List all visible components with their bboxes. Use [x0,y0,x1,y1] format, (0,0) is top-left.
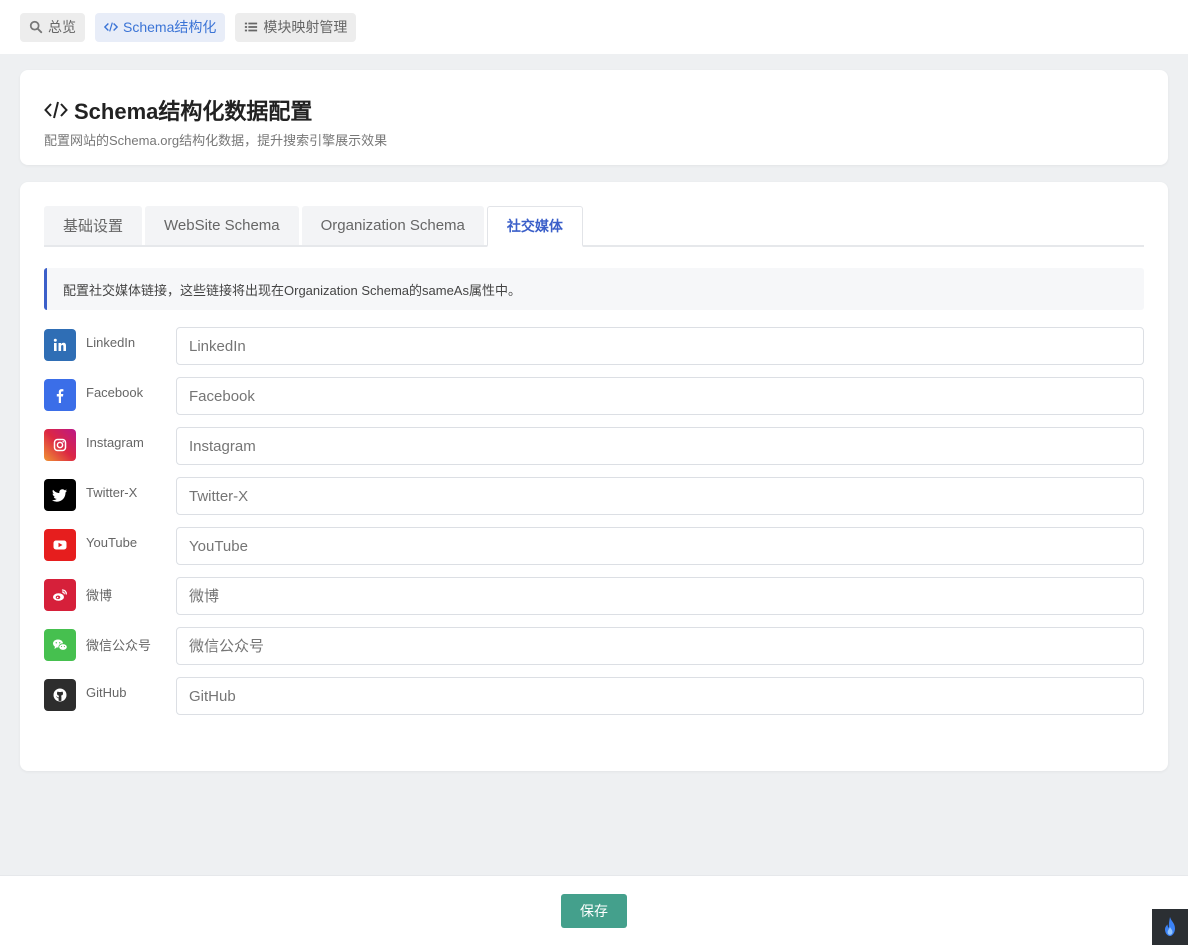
social-label: Instagram [86,435,144,450]
social-row-github: GitHub [44,677,1144,727]
page-subtitle: 配置网站的Schema.org结构化数据，提升搜索引擎展示效果 [44,133,388,148]
tab-organization-schema[interactable]: Organization Schema [301,206,484,245]
social-row-instagram: Instagram [44,427,1144,477]
wechat-url-input[interactable] [176,627,1144,665]
social-row-weibo: 微博 [44,577,1144,627]
nav-overview-label: 总览 [48,19,76,35]
youtube-icon [44,529,76,561]
social-label: Facebook [86,385,144,400]
social-label: Twitter-X [86,485,138,500]
wechat-icon [44,629,76,661]
code-icon [44,101,68,119]
youtube-url-input[interactable] [176,527,1144,565]
facebook-icon [44,379,76,411]
social-label: GitHub [86,685,127,700]
weibo-icon [44,579,76,611]
linkedin-icon [44,329,76,361]
top-nav: 总览 Schema结构化 模块映射管理 [0,0,1188,54]
social-row-wechat: 微信公众号 [44,627,1144,677]
github-icon [44,679,76,711]
page-title-text: Schema结构化数据配置 [74,99,313,124]
nav-overview[interactable]: 总览 [20,12,85,42]
instagram-icon [44,429,76,461]
linkedin-url-input[interactable] [176,327,1144,365]
page-title: Schema结构化数据配置 [44,94,1144,126]
facebook-url-input[interactable] [176,377,1144,415]
social-label: YouTube [86,535,138,550]
header-card: Schema结构化数据配置 配置网站的Schema.org结构化数据，提升搜索引… [20,70,1168,165]
tab-basic-settings[interactable]: 基础设置 [44,206,143,245]
save-button[interactable]: 保存 [561,893,627,928]
social-label: 微信公众号 [86,638,152,653]
flame-icon [1165,917,1175,936]
search-icon [29,20,43,34]
code-icon [104,22,118,32]
footer-bar: 保存 [0,875,1188,945]
flame-widget[interactable] [1152,909,1188,945]
list-icon [245,22,258,32]
info-notice: 配置社交媒体链接，这些链接将出现在Organization Schema的sam… [44,268,1144,310]
social-list: LinkedIn Facebook Instagram Twitter-X [44,327,1144,727]
social-row-linkedin: LinkedIn [44,327,1144,377]
nav-schema-label: Schema结构化 [123,19,217,35]
instagram-url-input[interactable] [176,427,1144,465]
social-row-twitter: Twitter-X [44,477,1144,527]
tab-social-media[interactable]: 社交媒体 [486,206,583,247]
tab-bar: 基础设置 WebSite Schema Organization Schema … [44,206,1144,247]
tab-website-schema[interactable]: WebSite Schema [145,206,299,245]
nav-module-mapping-label: 模块映射管理 [263,19,348,35]
social-label: LinkedIn [86,335,136,350]
github-url-input[interactable] [176,677,1144,715]
main-card: 基础设置 WebSite Schema Organization Schema … [20,182,1168,771]
weibo-url-input[interactable] [176,577,1144,615]
social-row-facebook: Facebook [44,377,1144,427]
twitter-url-input[interactable] [176,477,1144,515]
social-label: 微博 [86,588,113,603]
twitter-icon [44,479,76,511]
social-row-youtube: YouTube [44,527,1144,577]
nav-module-mapping[interactable]: 模块映射管理 [235,12,357,42]
nav-schema[interactable]: Schema结构化 [95,12,226,42]
